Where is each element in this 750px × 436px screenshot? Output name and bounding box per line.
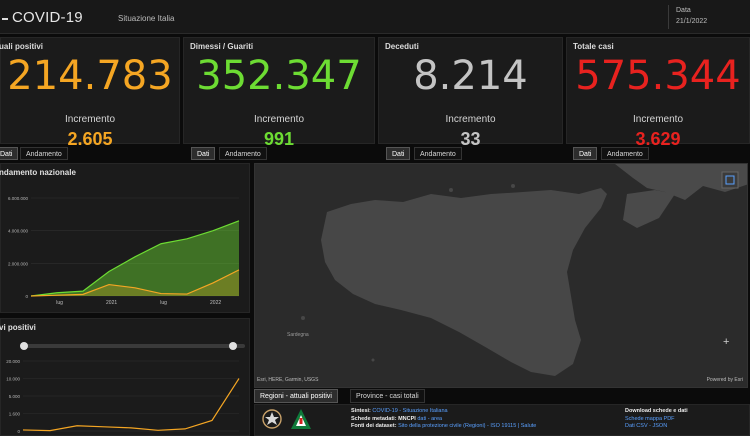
tab-dati[interactable]: Dati [0, 147, 19, 160]
tab-dati[interactable]: Dati [573, 147, 598, 160]
kpi-value: 8.214 [413, 53, 528, 99]
download-csv-link[interactable]: Dati CSV - JSON [625, 423, 667, 429]
tab-dati[interactable]: Dati [386, 147, 411, 160]
date-value: 21/1/2022 [676, 18, 708, 25]
kpi-tabs-2: Dati Andamento [191, 147, 281, 161]
info-line3-link[interactable]: Sito della protezione civile (Regioni) -… [398, 423, 536, 429]
kpi-tabs-1: Dati Andamento [0, 147, 80, 161]
kpi-increment-label: Incremento [253, 114, 305, 125]
date-label: Data [676, 7, 691, 14]
chart-panel-nuovi-positivi: vi positivi 20.000 10.000 5.000 1.600 0 [0, 318, 250, 436]
andamento-chart[interactable]: 6.000.000 4.000.000 2.000.000 0 lug 2021 lug 20… [1, 172, 249, 312]
island-3 [301, 316, 305, 320]
menu-icon[interactable] [2, 12, 8, 20]
slider-handle-left [20, 342, 28, 350]
kpi-label: Dimessi / Guariti [190, 42, 254, 51]
tab-andamento[interactable]: Andamento [219, 147, 267, 160]
series-line [22, 378, 240, 432]
info-line2-link[interactable]: dati - area [417, 416, 442, 422]
range-slider[interactable] [19, 341, 249, 351]
info-line2-label: Schede metadati: MNCPI [351, 415, 416, 422]
kpi-attuali-positivi: uali positivi 214.783 Incremento 2.605 [0, 37, 180, 149]
app-header: COVID-19 Situazione Italia Data 21/1/202… [0, 0, 750, 34]
tab-andamento[interactable]: Andamento [414, 147, 462, 160]
y-tick-label: 2.000.000 [8, 261, 29, 266]
map-attribution-left: Esri, HERE, Garmin, USGS [257, 377, 319, 383]
chart-panel-andamento: ndamento nazionale 6.000.000 4.000.000 2.0… [0, 163, 250, 313]
map-attribution-right: Powered by Esri [706, 377, 743, 383]
kpi-tabs-3: Dati Andamento [386, 147, 476, 161]
zoom-in-button[interactable]: + [723, 336, 729, 348]
y-tick-label: 10.000 [6, 377, 20, 382]
info-line1-link[interactable]: COVID-19 - Situazione Italiana [372, 408, 447, 414]
header-divider [668, 5, 669, 29]
app-subtitle: Situazione Italia [118, 14, 175, 23]
tab-regioni[interactable]: Regioni - attuali positivi [254, 389, 338, 403]
map-canvas[interactable] [255, 164, 748, 388]
kpi-label: Deceduti [385, 42, 419, 51]
info-line3-label: Fonti dei dataset: [351, 423, 397, 429]
y-tick-label: 4.000.000 [8, 229, 29, 234]
y-tick-label: 5.000 [9, 394, 21, 399]
download-pdf-link[interactable]: Schede mappa PDF [625, 416, 675, 422]
download-section: Download schede e dati Schede mappa PDF … [625, 408, 688, 431]
island-2 [511, 184, 515, 188]
kpi-increment-label: Incremento [445, 114, 496, 125]
x-tick-label: lug [160, 300, 167, 306]
nuovi-positivi-chart[interactable]: 20.000 10.000 5.000 1.600 0 [1, 353, 249, 435]
kpi-value: 214.783 [7, 53, 173, 99]
map-layers-button [721, 171, 739, 189]
kpi-increment-label: Incremento [64, 114, 116, 125]
app-title: COVID-19 [12, 9, 83, 26]
kpi-tabs-4: Dati Andamento [573, 147, 663, 161]
island-1 [449, 188, 453, 192]
y-tick-label: 0 [25, 294, 28, 299]
map-panel[interactable]: Sardegna + Esri, HERE, Garmin, USGS Powe… [254, 163, 748, 388]
x-tick-label: lug [56, 300, 63, 306]
x-tick-label: 2021 [106, 300, 117, 306]
y-tick-label: 20.000 [6, 359, 20, 364]
y-tick-label: 0 [17, 429, 20, 434]
x-tick-label: 2022 [210, 300, 221, 306]
emblem-repubblica-logo [262, 409, 282, 429]
map-tabs: Regioni - attuali positivi Province - ca… [254, 389, 554, 403]
kpi-label: Totale casi [573, 42, 614, 51]
info-line1-label: Sintesi: [351, 408, 371, 414]
kpi-deceduti: Deceduti 8.214 Incremento 33 [378, 37, 563, 149]
tab-andamento[interactable]: Andamento [601, 147, 649, 160]
slider-track [23, 344, 245, 348]
kpi-value: 575.344 [575, 53, 741, 99]
slider-handle-right [229, 342, 237, 350]
kpi-increment-label: Incremento [632, 114, 684, 125]
chart-title: vi positivi [0, 323, 36, 332]
tab-andamento[interactable]: Andamento [20, 147, 68, 160]
tab-dati[interactable]: Dati [191, 147, 216, 160]
download-title: Download schede e dati [625, 408, 688, 414]
info-text: Sintesi: COVID-19 - Situazione Italiana … [351, 408, 536, 431]
protezione-civile-logo [291, 409, 311, 429]
kpi-value: 352.347 [196, 53, 362, 99]
kpi-label: uali positivi [0, 42, 44, 51]
y-tick-label: 6.000.000 [8, 196, 29, 201]
info-panel: Sintesi: COVID-19 - Situazione Italiana … [254, 404, 750, 436]
kpi-totale-casi: Totale casi 575.344 Incremento 3.629 [566, 37, 750, 149]
map-label-sardinia: Sardegna [287, 332, 309, 338]
tab-province[interactable]: Province - casi totali [350, 389, 425, 403]
island-4 [371, 358, 375, 362]
y-tick-label: 1.600 [9, 412, 21, 417]
kpi-dimessi-guariti: Dimessi / Guariti 352.347 Incremento 991 [183, 37, 375, 149]
